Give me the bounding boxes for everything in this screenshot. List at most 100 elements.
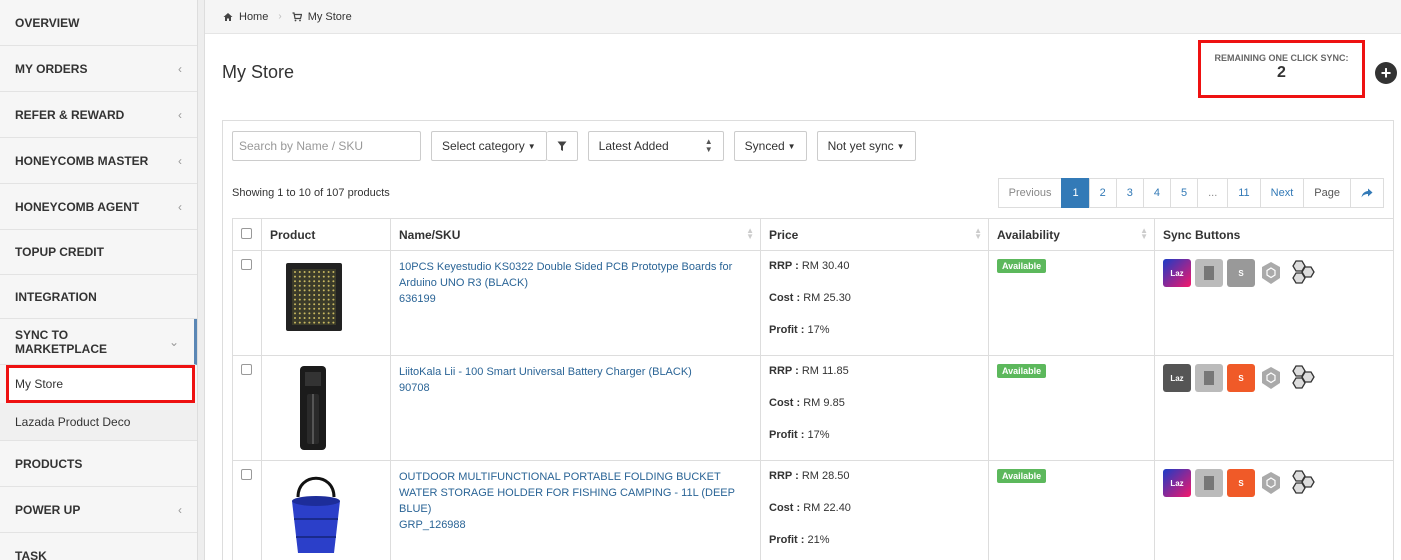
page-jump-button[interactable]	[1350, 178, 1384, 208]
updown-arrows-icon: ▲ ▼	[704, 137, 713, 154]
select-all-checkbox[interactable]	[241, 227, 252, 239]
breadcrumb-home[interactable]: Home	[223, 11, 268, 23]
sidebar-item-label: POWER UP	[15, 502, 81, 517]
honeycomb-icon[interactable]	[1287, 259, 1319, 287]
sidebar-item-topup-credit[interactable]: TOPUP CREDIT	[0, 230, 197, 275]
sync-buttons-cell: Laz S	[1154, 460, 1394, 560]
shopee-sync-icon[interactable]: S	[1227, 259, 1255, 287]
product-name-link[interactable]: OUTDOOR MULTIFUNCTIONAL PORTABLE FOLDING…	[399, 469, 752, 517]
pagination-page[interactable]: 2	[1088, 178, 1117, 208]
sidebar-item-label: REFER & REWARD	[15, 107, 125, 122]
lazada-sync-icon[interactable]: Laz	[1163, 364, 1191, 392]
sync-buttons: Laz S	[1163, 364, 1385, 392]
sidebar-item-honeycomb-master[interactable]: HONEYCOMB MASTER ‹	[0, 138, 197, 184]
sidebar-item-integration[interactable]: INTEGRATION	[0, 275, 197, 319]
main-content: Home › My Store My Store REMAINING ONE C…	[205, 0, 1401, 560]
remaining-sync-box: REMAINING ONE CLICK SYNC: 2	[1198, 40, 1365, 98]
sync-buttons-cell: Laz S	[1154, 355, 1394, 461]
column-header-price[interactable]: Price ▲ ▼	[760, 218, 989, 251]
column-header-name-sku[interactable]: Name/SKU ▲ ▼	[390, 218, 761, 251]
sidebar-subitem-my-store[interactable]: My Store	[6, 365, 195, 403]
category-dropdown[interactable]: Select category ▼	[431, 131, 547, 161]
column-header-availability[interactable]: Availability ▲ ▼	[988, 218, 1155, 251]
pagination-previous[interactable]: Previous	[997, 178, 1063, 208]
honeycomb-icon[interactable]	[1287, 469, 1319, 497]
product-name-link[interactable]: 10PCS Keyestudio KS0322 Double Sided PCB…	[399, 259, 752, 291]
sidebar-item-label: SYNC TO MARKETPLACE	[15, 327, 107, 356]
shopee-sync-icon[interactable]: S	[1227, 364, 1255, 392]
hive-shield-icon[interactable]	[1259, 471, 1283, 495]
pagination-page[interactable]: 1	[1061, 178, 1090, 208]
sidebar-resize-handle[interactable]	[198, 0, 205, 560]
sidebar-subitem-lazada-product-deco[interactable]: Lazada Product Deco	[0, 403, 197, 441]
pagination-page[interactable]: 11	[1227, 178, 1261, 208]
hive-shield-icon[interactable]	[1259, 366, 1283, 390]
pagination-page[interactable]: 4	[1142, 178, 1171, 208]
availability-badge: Available	[997, 364, 1047, 378]
cost-label: Cost :	[769, 292, 801, 304]
synced-dropdown[interactable]: Synced ▼	[733, 131, 807, 161]
product-image-pcb[interactable]	[282, 259, 346, 335]
row-checkbox[interactable]	[241, 469, 252, 480]
home-icon	[223, 12, 233, 21]
table-header-row: Product Name/SKU ▲ ▼ Price ▲ ▼ Availability ▲…	[232, 218, 1394, 251]
sidebar-item-refer-reward[interactable]: REFER & REWARD ‹	[0, 92, 197, 138]
chevron-left-icon: ‹	[178, 199, 182, 214]
price-cell: RRP : RM 30.40 Cost : RM 25.30 Profit : …	[760, 250, 989, 356]
sort-icon: ▲ ▼	[974, 226, 982, 241]
generic-store-sync-icon[interactable]	[1195, 469, 1223, 497]
sidebar-subitem-label: Lazada Product Deco	[15, 414, 131, 429]
share-arrow-icon	[1361, 188, 1373, 198]
sidebar-item-products[interactable]: PRODUCTS	[0, 441, 197, 487]
rrp-value: RM 28.50	[801, 470, 850, 482]
sidebar-item-my-orders[interactable]: MY ORDERS ‹	[0, 46, 197, 92]
pagination-next[interactable]: Next	[1259, 178, 1305, 208]
breadcrumb-separator: ›	[278, 11, 282, 22]
price-cell: RRP : RM 11.85 Cost : RM 9.85 Profit : 1…	[760, 355, 989, 461]
rrp-line: RRP : RM 11.85	[769, 364, 980, 378]
sidebar-item-task[interactable]: TASK	[0, 533, 197, 560]
generic-store-sync-icon[interactable]	[1195, 259, 1223, 287]
sidebar-item-label: OVERVIEW	[15, 15, 80, 30]
product-image-bucket[interactable]	[284, 467, 348, 557]
rrp-line: RRP : RM 30.40	[769, 259, 980, 273]
pagination-page[interactable]: 5	[1169, 178, 1199, 208]
lazada-sync-icon[interactable]: Laz	[1163, 469, 1191, 497]
cost-value: RM 9.85	[803, 397, 845, 409]
sidebar-item-label: PRODUCTS	[15, 456, 83, 471]
sidebar-item-overview[interactable]: OVERVIEW	[0, 0, 197, 46]
sidebar-item-honeycomb-agent[interactable]: HONEYCOMB AGENT ‹	[0, 184, 197, 230]
page-title: My Store	[222, 62, 295, 82]
rrp-value: RM 30.40	[801, 260, 850, 272]
hive-shield-icon[interactable]	[1259, 261, 1283, 285]
generic-store-sync-icon[interactable]	[1195, 364, 1223, 392]
column-header-product[interactable]: Product	[261, 218, 391, 251]
sort-select[interactable]: Latest Added ▲ ▼	[587, 131, 724, 161]
sidebar-item-label: TASK	[15, 548, 47, 560]
sidebar-item-sync-to-marketplace[interactable]: SYNC TO MARKETPLACE ⌄	[0, 319, 197, 365]
profit-label: Profit :	[769, 429, 805, 441]
cost-label: Cost :	[769, 397, 801, 409]
row-select-cell	[232, 355, 262, 461]
product-name-link[interactable]: LiitoKala Lii - 100 Smart Universal Batt…	[399, 364, 752, 380]
availability-cell: Available	[988, 250, 1155, 356]
shopee-sync-icon[interactable]: S	[1227, 469, 1255, 497]
add-button[interactable]: +	[1375, 62, 1397, 84]
profit-value: 17%	[807, 324, 830, 336]
search-input[interactable]	[232, 131, 421, 161]
pagination: Previous 1 2 3 4 5 ... 11 Next Page	[997, 178, 1384, 208]
caret-down-icon: ▼	[896, 141, 905, 151]
honeycomb-icon[interactable]	[1287, 364, 1319, 392]
pagination-page[interactable]: 3	[1115, 178, 1144, 208]
sidebar-item-label: TOPUP CREDIT	[15, 245, 104, 259]
row-checkbox[interactable]	[241, 364, 252, 375]
product-image-charger[interactable]	[292, 364, 336, 454]
lazada-sync-icon[interactable]: Laz	[1163, 259, 1191, 287]
filter-button[interactable]	[546, 131, 578, 161]
category-dropdown-label: Select category	[442, 139, 525, 153]
cart-icon	[292, 11, 302, 21]
not-synced-dropdown[interactable]: Not yet sync ▼	[816, 131, 916, 161]
sidebar-item-power-up[interactable]: POWER UP ‹	[0, 487, 197, 533]
row-checkbox[interactable]	[241, 259, 252, 270]
profit-label: Profit :	[769, 534, 805, 546]
